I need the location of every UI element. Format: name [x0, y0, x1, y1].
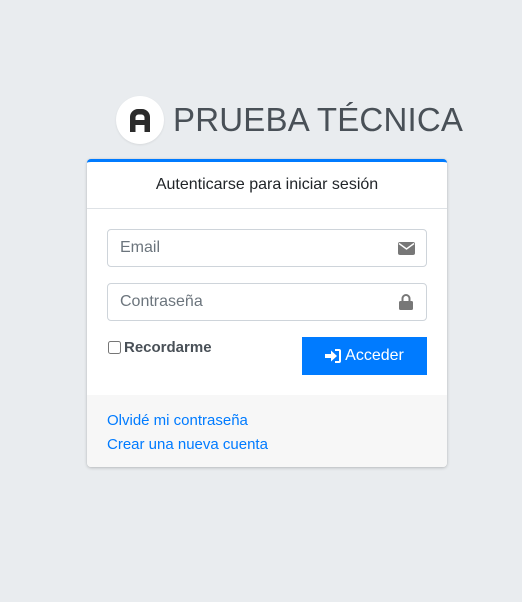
brand: PRUEBA TÉCNICA: [116, 96, 463, 144]
remember-me[interactable]: Recordarme: [107, 339, 212, 356]
remember-label: Recordarme: [124, 339, 212, 356]
card-footer: Olvidé mi contraseña Crear una nueva cue…: [87, 395, 447, 467]
submit-button[interactable]: Acceder: [302, 337, 427, 375]
logo-a-icon: [130, 109, 150, 132]
forgot-password-link[interactable]: Olvidé mi contraseña: [107, 409, 427, 433]
submit-label: Acceder: [345, 347, 404, 364]
sign-in-icon: [325, 349, 342, 363]
login-card: Autenticarse para iniciar sesión R: [87, 159, 447, 467]
brand-logo: [116, 96, 164, 144]
brand-title: PRUEBA TÉCNICA: [173, 101, 464, 138]
remember-checkbox[interactable]: [108, 341, 121, 354]
email-input[interactable]: [108, 230, 386, 266]
email-input-group: [107, 229, 427, 267]
login-form: Recordarme Acceder: [87, 209, 447, 395]
envelope-icon: [386, 230, 426, 266]
password-input[interactable]: [108, 284, 386, 320]
password-input-group: [107, 283, 427, 321]
lock-icon: [386, 284, 426, 320]
register-link[interactable]: Crear una nueva cuenta: [107, 433, 427, 457]
card-header: Autenticarse para iniciar sesión: [87, 162, 447, 209]
